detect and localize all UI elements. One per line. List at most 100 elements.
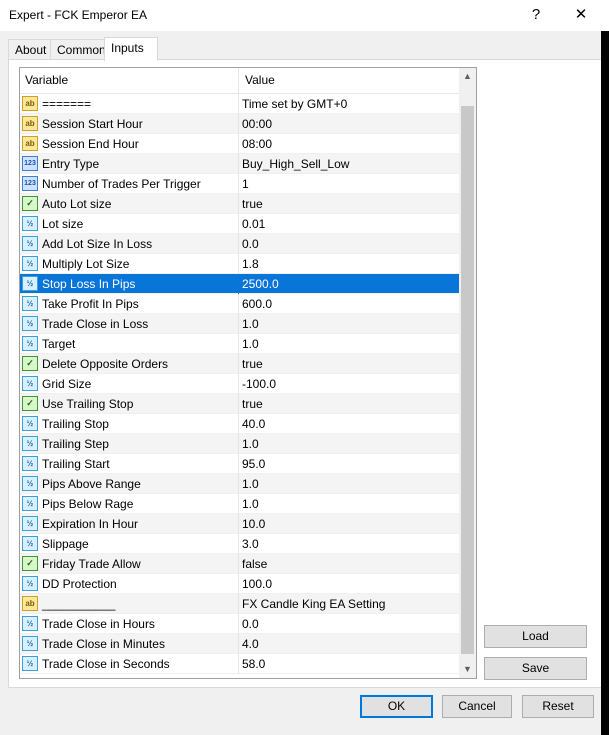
load-button[interactable]: Load: [484, 625, 587, 648]
background-window-strip: [601, 31, 609, 735]
value-cell[interactable]: 3.0: [240, 534, 455, 554]
double-type-icon: ½: [22, 296, 38, 311]
double-type-icon: ½: [22, 616, 38, 631]
table-row[interactable]: ab Session Start Hour 00:00: [20, 114, 459, 134]
reset-button[interactable]: Reset: [522, 695, 594, 718]
variable-cell: ✓ Auto Lot size: [22, 194, 238, 214]
table-row[interactable]: ab ======= Time set by GMT+0: [20, 94, 459, 114]
table-row[interactable]: ½ Multiply Lot Size 1.8: [20, 254, 459, 274]
value-text: 1.0: [242, 317, 259, 331]
header-separator[interactable]: [238, 68, 239, 93]
column-separator: [238, 274, 239, 294]
close-button[interactable]: ✕: [569, 4, 593, 26]
value-cell[interactable]: Time set by GMT+0: [240, 94, 455, 114]
value-cell[interactable]: 1.0: [240, 314, 455, 334]
column-separator: [238, 434, 239, 454]
help-button[interactable]: ?: [524, 4, 548, 26]
table-row[interactable]: ½ Take Profit In Pips 600.0: [20, 294, 459, 314]
table-row[interactable]: ½ Trade Close in Minutes 4.0: [20, 634, 459, 654]
cancel-button[interactable]: Cancel: [442, 695, 512, 718]
header-variable[interactable]: Variable: [20, 68, 68, 93]
table-row[interactable]: ✓ Auto Lot size true: [20, 194, 459, 214]
value-text: Time set by GMT+0: [242, 97, 348, 111]
value-cell[interactable]: true: [240, 194, 455, 214]
variable-name: Pips Above Range: [42, 477, 141, 491]
table-row[interactable]: ½ Add Lot Size In Loss 0.0: [20, 234, 459, 254]
table-row[interactable]: ab Session End Hour 08:00: [20, 134, 459, 154]
table-row[interactable]: ½ Trailing Stop 40.0: [20, 414, 459, 434]
value-cell[interactable]: 1.0: [240, 494, 455, 514]
table-row[interactable]: 123 Number of Trades Per Trigger 1: [20, 174, 459, 194]
table-row[interactable]: ½ Grid Size -100.0: [20, 374, 459, 394]
scroll-down-arrow-icon[interactable]: ▼: [459, 661, 476, 678]
value-cell[interactable]: 95.0: [240, 454, 455, 474]
table-row[interactable]: ½ Trade Close in Seconds 58.0: [20, 654, 459, 674]
table-row[interactable]: ab ___________ FX Candle King EA Setting: [20, 594, 459, 614]
variable-cell: ab Session Start Hour: [22, 114, 238, 134]
value-cell[interactable]: -100.0: [240, 374, 455, 394]
value-cell[interactable]: Buy_High_Sell_Low: [240, 154, 455, 174]
table-row[interactable]: ½ Pips Below Rage 1.0: [20, 494, 459, 514]
value-cell[interactable]: 1.0: [240, 474, 455, 494]
scroll-thumb[interactable]: [461, 106, 474, 654]
save-button[interactable]: Save: [484, 657, 587, 680]
column-separator: [238, 574, 239, 594]
value-cell[interactable]: false: [240, 554, 455, 574]
value-text: true: [242, 357, 263, 371]
value-cell[interactable]: 100.0: [240, 574, 455, 594]
value-cell[interactable]: 1.0: [240, 334, 455, 354]
header-value[interactable]: Value: [240, 68, 275, 93]
value-cell[interactable]: 1.0: [240, 434, 455, 454]
value-cell[interactable]: 0.01: [240, 214, 455, 234]
table-row[interactable]: ½ Lot size 0.01: [20, 214, 459, 234]
table-row[interactable]: ½ Target 1.0: [20, 334, 459, 354]
table-row[interactable]: ✓ Friday Trade Allow false: [20, 554, 459, 574]
column-separator: [238, 614, 239, 634]
table-row[interactable]: ½ Trade Close in Hours 0.0: [20, 614, 459, 634]
vertical-scrollbar[interactable]: ▲ ▼: [459, 68, 476, 678]
string-type-icon: ab: [22, 136, 38, 151]
value-cell[interactable]: 10.0: [240, 514, 455, 534]
value-cell[interactable]: 0.0: [240, 614, 455, 634]
value-text: 600.0: [242, 297, 273, 311]
value-cell[interactable]: 4.0: [240, 634, 455, 654]
table-row[interactable]: ½ Trade Close in Loss 1.0: [20, 314, 459, 334]
table-row[interactable]: ✓ Use Trailing Stop true: [20, 394, 459, 414]
bool-type-icon: ✓: [22, 196, 38, 211]
string-type-icon: ab: [22, 96, 38, 111]
value-cell[interactable]: 600.0: [240, 294, 455, 314]
variable-cell: ✓ Delete Opposite Orders: [22, 354, 238, 374]
value-cell[interactable]: 08:00: [240, 134, 455, 154]
value-cell[interactable]: true: [240, 354, 455, 374]
table-row[interactable]: ½ Slippage 3.0: [20, 534, 459, 554]
value-text: 1.8: [242, 257, 259, 271]
table-row[interactable]: ½ Pips Above Range 1.0: [20, 474, 459, 494]
table-row[interactable]: 123 Entry Type Buy_High_Sell_Low: [20, 154, 459, 174]
tab-inputs[interactable]: Inputs: [104, 37, 158, 61]
variable-name: Multiply Lot Size: [42, 257, 130, 271]
ok-button[interactable]: OK: [360, 695, 433, 718]
variable-cell: ½ Expiration In Hour: [22, 514, 238, 534]
table-row[interactable]: ½ Expiration In Hour 10.0: [20, 514, 459, 534]
variable-cell: ½ Trailing Start: [22, 454, 238, 474]
table-row[interactable]: ½ DD Protection 100.0: [20, 574, 459, 594]
scroll-up-arrow-icon[interactable]: ▲: [459, 68, 476, 85]
variable-name: Session End Hour: [42, 137, 139, 151]
value-cell[interactable]: 2500.0: [240, 274, 455, 294]
column-separator: [238, 554, 239, 574]
value-cell[interactable]: 1.8: [240, 254, 455, 274]
variable-name: Trade Close in Seconds: [42, 657, 170, 671]
value-cell[interactable]: 1: [240, 174, 455, 194]
table-row[interactable]: ✓ Delete Opposite Orders true: [20, 354, 459, 374]
table-row[interactable]: ½ Stop Loss In Pips 2500.0: [20, 274, 459, 294]
column-separator: [238, 534, 239, 554]
value-cell[interactable]: 0.0: [240, 234, 455, 254]
value-cell[interactable]: true: [240, 394, 455, 414]
value-cell[interactable]: 00:00: [240, 114, 455, 134]
variable-cell: ½ Pips Below Rage: [22, 494, 238, 514]
value-cell[interactable]: 58.0: [240, 654, 455, 674]
table-row[interactable]: ½ Trailing Step 1.0: [20, 434, 459, 454]
value-cell[interactable]: FX Candle King EA Setting: [240, 594, 455, 614]
value-cell[interactable]: 40.0: [240, 414, 455, 434]
table-row[interactable]: ½ Trailing Start 95.0: [20, 454, 459, 474]
